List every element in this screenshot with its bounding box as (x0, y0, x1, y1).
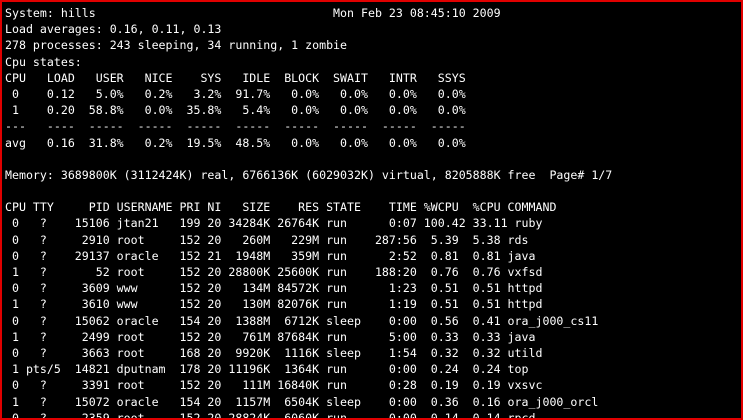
process-row: 0 ? 3663 root 168 20 9920K 1116K sleep 1… (5, 345, 543, 360)
process-row: 0 ? 3391 root 152 20 111M 16840K run 0:2… (5, 378, 543, 393)
process-row: 1 ? 2499 root 152 20 761M 87684K run 5:0… (5, 329, 536, 344)
system-header-line: System: hills Mon Feb 23 08:45:10 2009 (5, 6, 501, 20)
process-table-header: CPU TTY PID USERNAME PRI NI SIZE RES STA… (5, 200, 557, 215)
processes-summary-line: 278 processes: 243 sleeping, 34 running,… (5, 38, 348, 53)
process-row: 0 ? 2359 root 152 20 28824K 6060K run 0:… (5, 410, 536, 420)
process-row: 1 ? 52 root 152 20 28800K 25600K run 188… (5, 265, 543, 279)
cpu-states-label: Cpu states: (5, 54, 82, 69)
cpu-states-separator: --- ---- ----- ----- ----- ----- ----- -… (5, 119, 466, 134)
memory-summary-line: Memory: 3689800K (3112424K) real, 676613… (5, 167, 613, 182)
process-row: 1 ? 15072 oracle 154 20 1157M 6504K slee… (5, 394, 599, 409)
process-row: 0 ? 2910 root 152 20 260M 229M run 287:5… (5, 232, 529, 247)
terminal-window[interactable]: System: hills Mon Feb 23 08:45:10 2009 L… (0, 0, 743, 420)
process-row: 0 ? 15106 jtan21 199 20 34284K 26764K ru… (5, 216, 543, 231)
cpu-states-header: CPU LOAD USER NICE SYS IDLE BLOCK SWAIT … (5, 70, 466, 85)
cpu-states-row: 0 0.12 5.0% 0.2% 3.2% 91.7% 0.0% 0.0% 0.… (5, 86, 466, 101)
process-row: 1 pts/5 14821 dputnam 178 20 11196K 1364… (5, 362, 529, 377)
process-row: 0 ? 29137 oracle 152 21 1948M 359M run 2… (5, 248, 536, 263)
process-row: 1 ? 3610 www 152 20 130M 82076K run 1:19… (5, 297, 543, 312)
process-row: 0 ? 15062 oracle 154 20 1388M 6712K slee… (5, 313, 599, 328)
cpu-states-average-row: avg 0.16 31.8% 0.2% 19.5% 48.5% 0.0% 0.0… (5, 135, 466, 150)
cpu-states-row: 1 0.20 58.8% 0.0% 35.8% 5.4% 0.0% 0.0% 0… (5, 103, 466, 118)
load-averages-line: Load averages: 0.16, 0.11, 0.13 (5, 22, 222, 37)
process-row: 0 ? 3609 www 152 20 134M 84572K run 1:23… (5, 281, 543, 296)
